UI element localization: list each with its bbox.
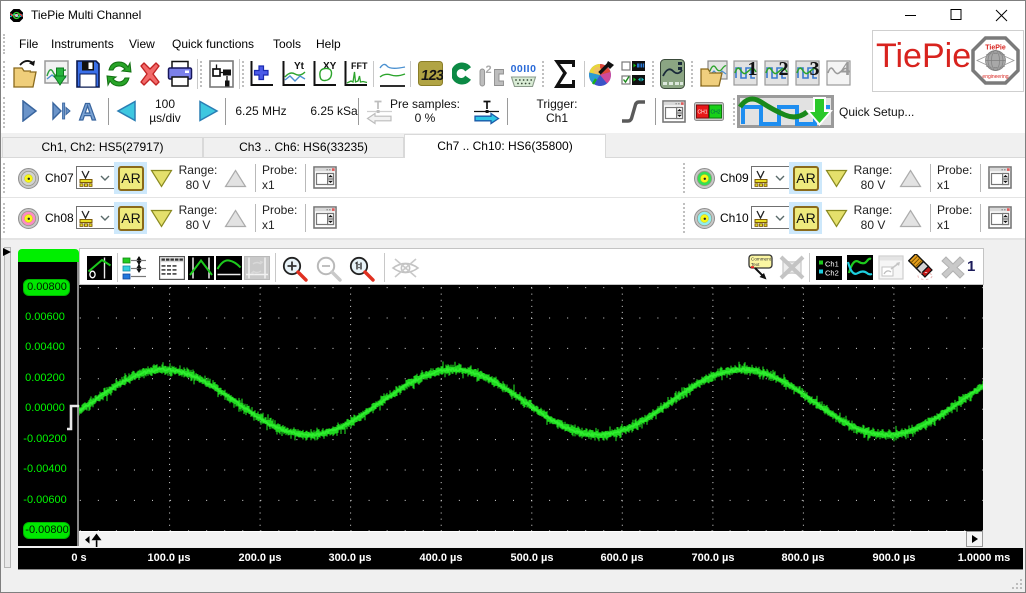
svg-text:3: 3 bbox=[810, 60, 820, 80]
svg-text:4: 4 bbox=[841, 60, 851, 80]
svg-text:2: 2 bbox=[779, 60, 789, 80]
svg-text:FFT: FFT bbox=[351, 61, 368, 71]
svg-text:2: 2 bbox=[486, 64, 492, 76]
svg-text:Yt: Yt bbox=[294, 61, 305, 72]
svg-text:00II0: 00II0 bbox=[511, 63, 537, 75]
svg-text:CH2: CH2 bbox=[710, 110, 720, 116]
svg-text:A: A bbox=[79, 99, 96, 123]
svg-text:1: 1 bbox=[748, 60, 758, 80]
svg-text:engineering: engineering bbox=[982, 74, 1008, 80]
svg-text:XY: XY bbox=[323, 61, 337, 72]
svg-text:CH1: CH1 bbox=[697, 110, 707, 116]
svg-text:123: 123 bbox=[420, 68, 443, 84]
svg-text:Ch2: Ch2 bbox=[825, 269, 839, 278]
svg-text:Ch1: Ch1 bbox=[825, 260, 839, 269]
svg-text:Comment: Comment bbox=[751, 257, 772, 262]
